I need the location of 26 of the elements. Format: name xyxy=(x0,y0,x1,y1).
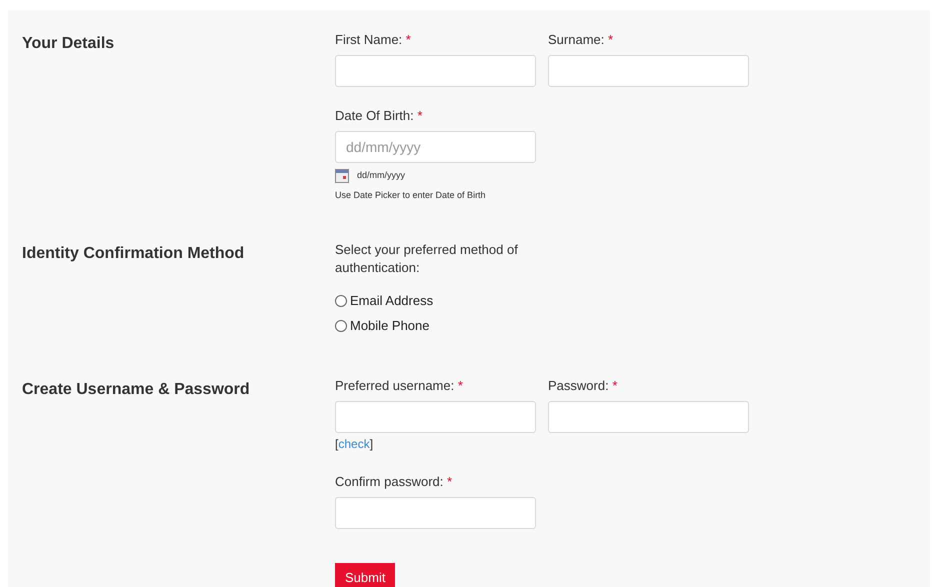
radio-icon[interactable] xyxy=(335,320,347,332)
section-title: Your Details xyxy=(22,34,116,54)
field-label: Password: * xyxy=(548,376,618,394)
field-label: First Name: * xyxy=(335,31,412,49)
radio-icon[interactable] xyxy=(335,295,347,307)
prompt-text: Select your preferred method of authentication: xyxy=(335,240,519,276)
input-field[interactable]: dd/mm/yyyy xyxy=(335,131,536,163)
field-label: Confirm password: * xyxy=(335,472,454,490)
field-label: Preferred username: * xyxy=(335,376,464,394)
radio-option[interactable]: Mobile Phone xyxy=(335,314,430,338)
input-field[interactable] xyxy=(335,400,536,432)
section-title: Create Username & Password xyxy=(22,380,251,400)
section-title: Identity Confirmation Method xyxy=(22,244,246,264)
field-label: Date Of Birth: * xyxy=(335,107,424,125)
check-link-text: [check] xyxy=(335,436,374,452)
input-field[interactable] xyxy=(335,55,536,87)
field-label: Surname: * xyxy=(548,31,614,49)
hint-text: Use Date Picker to enter Date of Birth xyxy=(335,189,487,202)
input-field[interactable] xyxy=(548,400,749,432)
radio-option[interactable]: Email Address xyxy=(335,288,434,314)
date-format: dd/mm/yyyy xyxy=(357,169,406,182)
input-field[interactable] xyxy=(548,55,749,87)
check-link[interactable]: check xyxy=(338,436,370,450)
input-field[interactable] xyxy=(335,496,536,528)
submit-button[interactable]: Submit xyxy=(335,562,396,587)
calendar-icon[interactable] xyxy=(335,169,349,183)
